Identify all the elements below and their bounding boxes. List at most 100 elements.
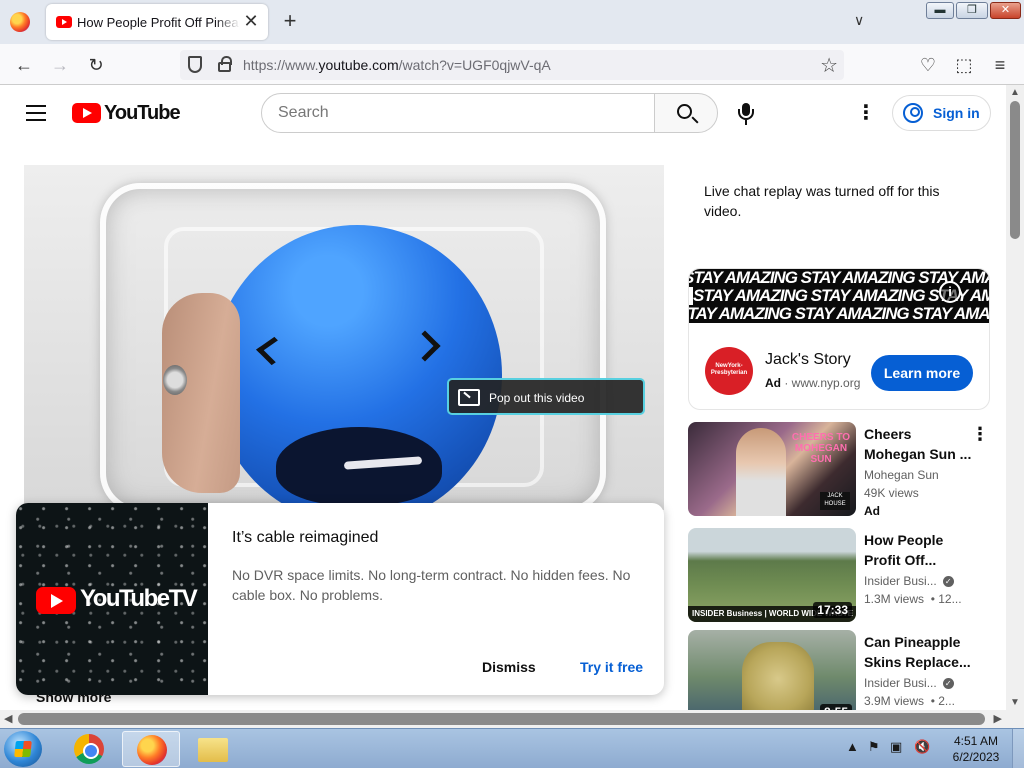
search-button[interactable] [654,93,718,133]
browser-tab-active[interactable]: How People Profit Off Pineapple ✕ [46,4,268,40]
search-icon [677,104,692,119]
url-text[interactable]: https://www.youtube.com/watch?v=UGF0qjwV… [243,57,551,73]
taskbar-chrome-button[interactable] [60,731,118,767]
chrome-icon [74,734,104,764]
tracking-protection-shield-icon[interactable] [188,56,202,73]
pocket-icon[interactable]: ♡ [916,53,940,77]
view-count: 1.3M views • 12... [864,592,962,606]
dismiss-button[interactable]: Dismiss [482,659,536,675]
search-box [261,93,655,133]
start-button[interactable] [4,731,42,767]
back-button[interactable]: ← [12,53,36,77]
list-item[interactable]: INSIDER Business | WORLD WIDE WASTE 17:3… [688,528,998,624]
clock-date: 6/2/2023 [952,750,1000,764]
youtube-play-logo-icon [72,103,101,123]
learn-more-button[interactable]: Learn more [871,355,973,391]
youtube-wordmark: YouTube [104,102,181,124]
system-tray: ▲ ⚑ ▣ 🔇 [842,739,942,759]
extensions-icon[interactable]: ⬚ [952,53,976,77]
youtube-tv-logo: YouTubeTV [36,585,198,615]
youtube-tv-promo-dialog: YouTubeTV It’s cable reimagined No DVR s… [16,503,664,695]
bookmark-star-icon[interactable]: ☆ [820,53,838,78]
pop-out-label: Pop out this video [489,391,585,405]
system-clock[interactable]: 4:51 AM 6/2/2023 [946,733,1006,765]
windows-taskbar: ▲ ⚑ ▣ 🔇 4:51 AM 6/2/2023 [0,728,1024,768]
reload-button[interactable]: ↻ [84,53,108,77]
picture-in-picture-icon [458,389,480,406]
verified-check-icon: ✓ [942,678,954,690]
list-item[interactable]: CHEERS TO MOHEGAN SUN JACK HOUSE Cheers … [688,422,998,518]
more-actions-icon[interactable]: ⋮ [971,424,989,445]
new-tab-button[interactable]: + [280,10,300,32]
forward-button[interactable]: → [48,53,72,77]
view-count: 49K views [864,486,919,500]
advertiser-logo: NewYork-Presbyterian [705,347,753,395]
view-count: 3.9M views • 2... [864,694,955,708]
show-hidden-icons-icon[interactable]: ▲ [846,739,859,754]
taskbar-explorer-button[interactable] [184,731,242,767]
vertical-scroll-thumb[interactable] [1010,101,1020,239]
tab-close-icon[interactable]: ✕ [242,12,260,30]
sign-in-label: Sign in [933,105,980,121]
action-center-flag-icon[interactable]: ⚑ [868,739,880,755]
firefox-icon [137,735,167,765]
minimize-icon: ▬ [934,4,946,16]
list-all-tabs-chevron-icon[interactable]: ∨ [854,12,872,30]
window-close-button[interactable]: ✕ [990,2,1021,19]
youtube-tv-play-icon [36,587,76,614]
promo-title: It’s cable reimagined [232,529,379,546]
address-bar[interactable]: https://www.youtube.com/watch?v=UGF0qjwV… [180,50,844,80]
network-icon[interactable]: ▣ [890,739,902,755]
video-thumbnail[interactable]: CHEERS TO MOHEGAN SUN JACK HOUSE [688,422,856,516]
clock-time: 4:51 AM [953,734,999,748]
video-title[interactable]: How People Profit Off... [864,530,972,570]
vertical-scrollbar[interactable]: ▲ ▼ [1006,85,1024,710]
volume-muted-icon[interactable]: 🔇 [914,739,930,755]
scroll-right-arrow-icon[interactable]: ▶ [994,712,1002,725]
duration-badge: 17:33 [813,602,852,618]
promo-artwork: YouTubeTV [16,503,208,695]
pop-out-video-button[interactable]: Pop out this video [447,378,645,415]
try-it-free-button[interactable]: Try it free [580,659,643,675]
horizontal-scroll-thumb[interactable] [18,713,985,725]
sign-in-button[interactable]: Sign in [892,95,991,131]
maximize-icon: ❐ [967,4,977,16]
browser-tab-bar: How People Profit Off Pineapple ✕ + ∨ ▬ … [0,0,1024,44]
voice-search-microphone-icon[interactable] [737,103,755,125]
video-title[interactable]: Can Pineapple Skins Replace... [864,632,972,672]
scroll-down-arrow-icon[interactable]: ▼ [1010,697,1020,708]
horizontal-scrollbar[interactable]: ◀ ▶ [0,710,1006,728]
firefox-icon[interactable] [10,12,30,32]
scroll-left-arrow-icon[interactable]: ◀ [4,712,12,725]
window-maximize-button[interactable]: ❐ [956,2,988,19]
verified-check-icon: ✓ [942,576,954,588]
live-chat-replay-notice: Live chat replay was turned off for this… [704,183,940,219]
youtube-favicon-icon [56,16,72,28]
channel-name: Mohegan Sun [864,468,939,482]
ad-info-icon[interactable]: i [939,281,961,303]
browser-navigation-bar: ← → ↻ https://www.youtube.com/watch?v=UG… [0,44,1024,85]
account-avatar-icon [903,103,923,123]
show-desktop-button[interactable] [1012,729,1024,768]
ad-card[interactable]: STAY AMAZING STAY AMAZING STAY AMAZING S… [688,268,990,410]
youtube-header: YouTube ⋮ Sign in [0,85,1006,141]
scroll-up-arrow-icon[interactable]: ▲ [1010,87,1020,98]
promo-body: No DVR space limits. No long-term contra… [232,567,631,603]
close-icon: ✕ [1000,4,1011,16]
guide-menu-icon[interactable] [26,105,46,121]
ad-badge: Ad [864,504,880,518]
search-input[interactable] [278,102,638,124]
channel-name: Insider Busi... ✓ [864,574,954,588]
ad-meta: Ad · www.nyp.org [765,376,861,390]
video-thumbnail[interactable]: INSIDER Business | WORLD WIDE WASTE 17:3… [688,528,856,622]
lock-icon[interactable] [218,56,232,72]
ad-title[interactable]: Jack's Story [765,351,851,369]
video-player[interactable] [24,165,664,510]
youtube-logo[interactable]: YouTube [72,102,181,124]
settings-more-icon[interactable]: ⋮ [856,103,876,123]
taskbar-firefox-button[interactable] [122,731,180,767]
app-menu-icon[interactable]: ≡ [988,53,1012,77]
window-minimize-button[interactable]: ▬ [926,2,954,19]
tab-title: How People Profit Off Pineapple [77,15,240,30]
video-title[interactable]: Cheers Mohegan Sun ... [864,424,972,464]
